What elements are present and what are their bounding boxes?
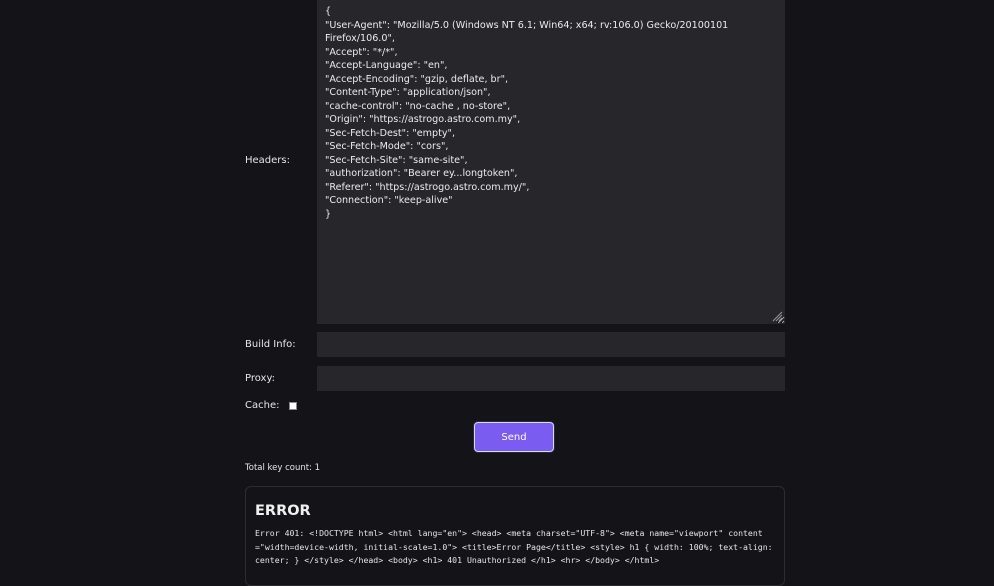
- error-title: ERROR: [255, 503, 311, 519]
- build-info-label: Build Info:: [245, 339, 296, 350]
- proxy-label: Proxy:: [245, 373, 276, 384]
- headers-label: Headers:: [245, 155, 290, 166]
- build-info-row: Build Info:: [245, 332, 785, 358]
- headers-row: Headers: { "User-Agent": "Mozilla/5.0 (W…: [245, 0, 785, 324]
- error-panel: ERROR Error 401: <!DOCTYPE html> <html l…: [245, 486, 785, 586]
- total-key-count: Total key count: 1: [245, 463, 321, 473]
- headers-textarea[interactable]: { "User-Agent": "Mozilla/5.0 (Windows NT…: [317, 0, 785, 324]
- cache-label: Cache:: [245, 400, 280, 411]
- build-info-input[interactable]: [317, 332, 785, 357]
- proxy-input[interactable]: [317, 366, 785, 391]
- cache-row: Cache:: [245, 399, 785, 413]
- error-message: Error 401: <!DOCTYPE html> <html lang="e…: [255, 528, 773, 565]
- proxy-row: Proxy:: [245, 366, 785, 392]
- send-button[interactable]: Send: [474, 422, 554, 452]
- resize-grip-icon[interactable]: [772, 311, 783, 322]
- cache-checkbox[interactable]: [289, 402, 297, 410]
